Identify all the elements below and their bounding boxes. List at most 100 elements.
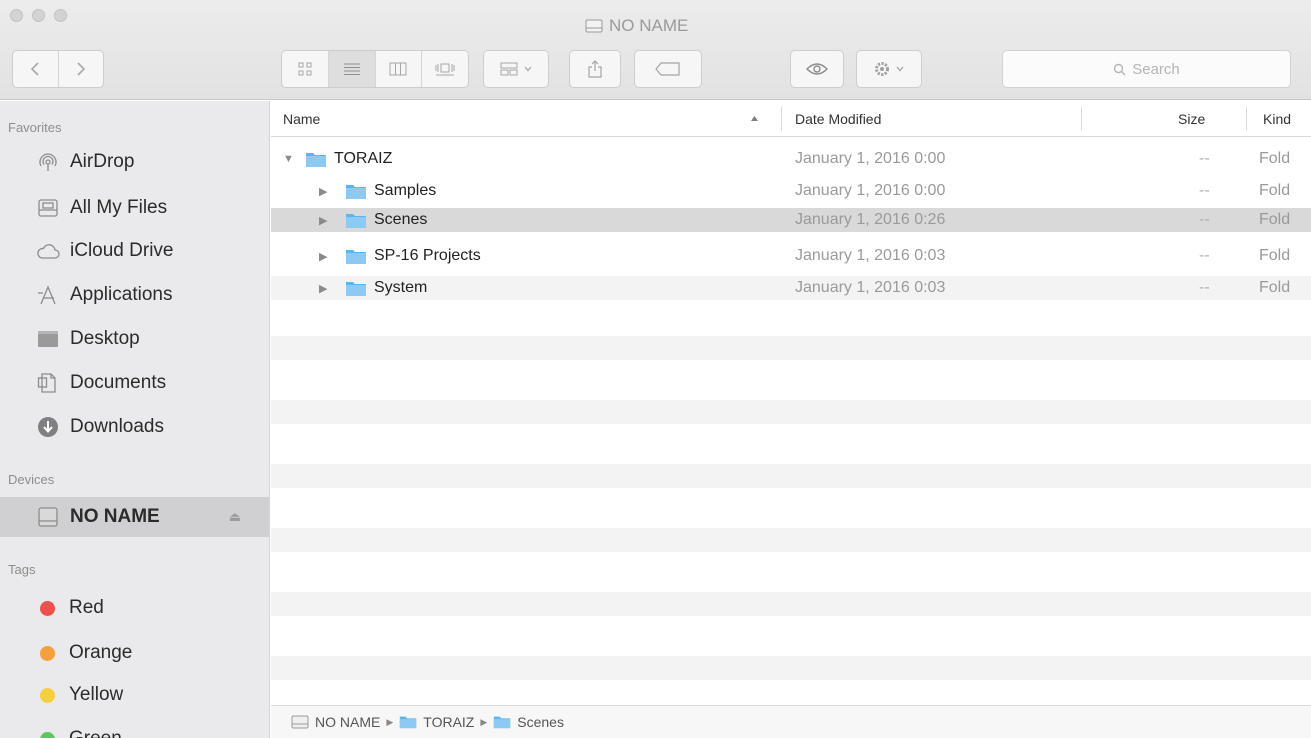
red-tag-dot-icon [40, 600, 55, 616]
sidebar-item-no-name[interactable]: NO NAME ⏏ [0, 497, 269, 537]
edit-tags-button[interactable] [634, 50, 702, 88]
name-cell: ▶ System [319, 276, 427, 300]
window-title-text: NO NAME [609, 16, 689, 35]
date-cell: January 1, 2016 0:03 [795, 279, 946, 296]
disclosure-collapsed-icon[interactable]: ▶ [319, 282, 333, 295]
file-name: Scenes [374, 211, 428, 228]
column-header-date[interactable]: Date Modified [795, 101, 881, 137]
size-cell: -- [1199, 247, 1210, 264]
green-tag-dot-icon [40, 731, 55, 738]
size-cell: -- [1199, 182, 1210, 199]
sidebar-item-label: Orange [69, 642, 133, 663]
sidebar-item-downloads[interactable]: Downloads [0, 407, 269, 447]
disclosure-collapsed-icon[interactable]: ▶ [319, 250, 333, 263]
list-view-icon [343, 63, 360, 75]
view-mode-control [281, 50, 469, 88]
zoom-window-button[interactable] [54, 9, 67, 22]
path-item[interactable]: Scenes [517, 714, 564, 730]
sidebar-tag-red[interactable]: Red [0, 588, 269, 628]
downloads-icon [36, 415, 60, 439]
drive-icon [36, 505, 60, 529]
airdrop-icon [36, 150, 60, 174]
forward-button[interactable] [59, 51, 104, 87]
date-cell: January 1, 2016 0:00 [795, 150, 946, 167]
table-row[interactable]: ▶ SP-16 Projects January 1, 2016 0:03 --… [271, 244, 1311, 268]
quick-look-button[interactable] [790, 50, 844, 88]
path-item[interactable]: NO NAME [315, 714, 380, 730]
column-header-size[interactable]: Size [1178, 101, 1205, 137]
table-row[interactable]: ▼ TORAIZ January 1, 2016 0:00 -- Fold [271, 147, 1311, 171]
arrange-icon [500, 62, 518, 76]
sidebar-tag-yellow[interactable]: Yellow [0, 675, 269, 715]
sidebar-item-all-my-files[interactable]: All My Files [0, 188, 269, 228]
cover-flow-button[interactable] [422, 51, 468, 87]
path-item[interactable]: TORAIZ [423, 714, 474, 730]
back-button[interactable] [13, 51, 59, 87]
tag-icon [655, 62, 680, 76]
column-divider[interactable] [781, 107, 782, 131]
folder-icon [306, 152, 326, 167]
sidebar-tag-green[interactable]: Green [0, 719, 269, 738]
sidebar-item-desktop[interactable]: Desktop [0, 319, 269, 359]
sidebar-item-applications[interactable]: Applications [0, 275, 269, 315]
cloud-icon [36, 239, 60, 263]
path-separator-icon: ▶ [386, 716, 394, 727]
size-cell: -- [1199, 150, 1210, 167]
close-window-button[interactable] [10, 9, 23, 22]
folder-icon [494, 716, 511, 729]
chevron-down-icon [896, 66, 904, 72]
empty-row-stripe [271, 656, 1311, 680]
arrange-button[interactable] [483, 50, 549, 88]
size-cell: -- [1199, 211, 1210, 228]
drive-icon [291, 715, 309, 729]
sidebar-item-documents[interactable]: Documents [0, 363, 269, 403]
sidebar-item-label: Documents [70, 372, 167, 393]
folder-icon [346, 281, 366, 296]
sidebar-item-label: Applications [70, 284, 173, 305]
kind-cell: Fold [1259, 279, 1291, 296]
file-name: TORAIZ [334, 150, 393, 167]
empty-row-stripe [271, 400, 1311, 424]
date-cell: January 1, 2016 0:00 [795, 182, 946, 199]
table-row-selected[interactable]: ▶ Scenes January 1, 2016 0:26 -- Fold [271, 208, 1311, 232]
kind-cell: Fold [1259, 150, 1291, 167]
empty-row-stripe [271, 464, 1311, 488]
folder-icon [346, 213, 366, 228]
column-divider[interactable] [1081, 107, 1082, 131]
column-view-button[interactable] [376, 51, 423, 87]
devices-heading: Devices [8, 472, 55, 487]
sidebar-tag-orange[interactable]: Orange [0, 633, 269, 673]
search-input[interactable]: Search [1002, 50, 1291, 88]
eject-icon[interactable]: ⏏ [229, 509, 241, 525]
list-view-button[interactable] [328, 51, 376, 87]
disclosure-collapsed-icon[interactable]: ▶ [319, 214, 333, 227]
file-list: Name Date Modified Size Kind ▼ TORAIZ Ja… [271, 101, 1311, 705]
empty-row-stripe [271, 528, 1311, 552]
orange-tag-dot-icon [40, 645, 55, 661]
table-row[interactable]: ▶ Samples January 1, 2016 0:00 -- Fold [271, 179, 1311, 203]
action-button[interactable] [856, 50, 922, 88]
icon-view-button[interactable] [282, 51, 329, 87]
sidebar-item-airdrop[interactable]: AirDrop [0, 142, 269, 182]
kind-cell: Fold [1259, 247, 1291, 264]
column-divider[interactable] [1246, 107, 1247, 131]
all-files-icon [36, 196, 60, 220]
applications-icon [36, 283, 60, 307]
window-controls [10, 9, 67, 22]
share-button[interactable] [569, 50, 621, 88]
documents-icon [36, 371, 60, 395]
action-gear-icon [875, 62, 889, 76]
column-header: Name Date Modified Size Kind [271, 101, 1311, 137]
sidebar-item-label: Desktop [70, 328, 140, 349]
file-name: Samples [374, 182, 437, 199]
minimize-window-button[interactable] [32, 9, 45, 22]
column-header-name[interactable]: Name [283, 101, 320, 137]
quick-look-icon [806, 63, 828, 75]
table-row[interactable]: ▶ System January 1, 2016 0:03 -- Fold [271, 276, 1311, 300]
disclosure-expanded-icon[interactable]: ▼ [283, 153, 297, 165]
share-icon [588, 60, 602, 78]
column-header-kind[interactable]: Kind [1263, 101, 1291, 137]
disclosure-collapsed-icon[interactable]: ▶ [319, 185, 333, 198]
empty-row-stripe [271, 336, 1311, 360]
sidebar-item-icloud-drive[interactable]: iCloud Drive [0, 231, 269, 271]
